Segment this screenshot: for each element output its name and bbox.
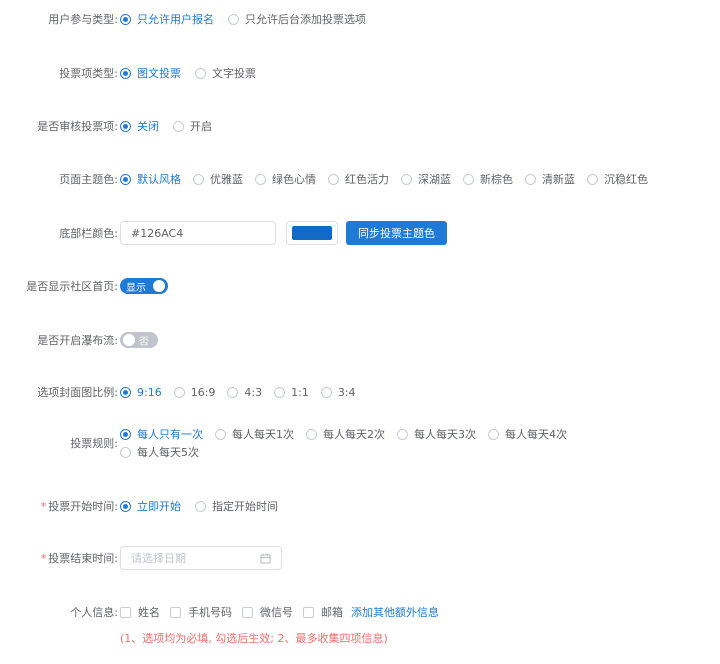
vote-rule-radio-group: 每人只有一次 每人每天1次 每人每天2次 每人每天3次 每人每天4次 每人每天5… <box>120 426 567 460</box>
review-option-on[interactable]: 开启 <box>173 118 212 134</box>
footer-color-label: 底部栏颜色: <box>59 227 118 240</box>
personal-info-row: 个人信息: 姓名 手机号码 微信号 邮箱 添加其他额外信息 <box>0 601 439 623</box>
theme-option-red[interactable]: 红色活力 <box>328 171 389 187</box>
cover-ratio-row: 选项封面图比例: 9:16 16:9 4:3 1:1 3:4 <box>0 381 356 403</box>
start-time-label: * 投票开始时间: <box>40 500 118 513</box>
add-extra-info-link[interactable]: 添加其他额外信息 <box>351 604 439 620</box>
personal-info-note: (1、选项均为必填, 勾选后生效; 2、最多收集四项信息) <box>120 632 388 645</box>
personal-info-label: 个人信息: <box>70 606 118 619</box>
vote-rule-row: 投票规则: 每人只有一次 每人每天1次 每人每天2次 每人每天3次 每人每天4次… <box>0 426 567 460</box>
vote-rule-label: 投票规则: <box>70 437 118 450</box>
start-time-option-now[interactable]: 立即开始 <box>120 498 181 514</box>
end-time-label: * 投票结束时间: <box>40 552 118 565</box>
user-type-option-admin[interactable]: 只允许后台添加投票选项 <box>228 11 366 27</box>
theme-label: 页面主题色: <box>59 173 118 186</box>
vote-rule-option-once[interactable]: 每人只有一次 <box>120 426 203 442</box>
theme-option-brown[interactable]: 新棕色 <box>463 171 513 187</box>
vote-rule-option-daily-4[interactable]: 每人每天4次 <box>488 426 567 442</box>
theme-option-elegant-blue[interactable]: 优雅蓝 <box>193 171 243 187</box>
review-label: 是否审核投票项: <box>37 120 118 133</box>
community-switch[interactable]: 显示 <box>120 278 168 294</box>
start-time-option-custom[interactable]: 指定开始时间 <box>195 498 278 514</box>
sync-theme-color-button[interactable]: 同步投票主题色 <box>346 221 447 245</box>
review-option-off[interactable]: 关闭 <box>120 118 159 134</box>
theme-radio-group: 默认风格 优雅蓝 绿色心情 红色活力 深湖蓝 新棕色 清新蓝 沉稳红色 <box>120 171 648 187</box>
user-type-radio-group: 只允许用户报名 只允许后台添加投票选项 <box>120 11 380 27</box>
footer-color-input[interactable]: #126AC4 <box>120 221 276 245</box>
item-type-option-text[interactable]: 文字投票 <box>195 65 256 81</box>
user-type-row: 用户参与类型: 只允许用户报名 只允许后台添加投票选项 <box>0 8 380 30</box>
community-row: 是否显示社区首页: 显示 <box>0 275 168 297</box>
theme-option-deep-blue[interactable]: 深湖蓝 <box>401 171 451 187</box>
vote-rule-option-daily-5[interactable]: 每人每天5次 <box>120 444 199 460</box>
cover-ratio-radio-group: 9:16 16:9 4:3 1:1 3:4 <box>120 386 356 399</box>
end-time-placeholder: 请选择日期 <box>131 552 186 565</box>
personal-info-option-phone[interactable]: 手机号码 <box>170 604 232 620</box>
switch-knob <box>153 280 165 292</box>
item-type-row: 投票项类型: 图文投票 文字投票 <box>0 62 270 84</box>
theme-row: 页面主题色: 默认风格 优雅蓝 绿色心情 红色活力 深湖蓝 新棕色 清新蓝 沉稳… <box>0 168 648 190</box>
cover-ratio-option-16-9[interactable]: 16:9 <box>173 386 215 399</box>
item-type-label: 投票项类型: <box>59 67 118 80</box>
cover-ratio-option-3-4[interactable]: 3:4 <box>320 386 356 399</box>
switch-knob <box>123 334 135 346</box>
calendar-icon <box>260 553 271 564</box>
personal-info-option-email[interactable]: 邮箱 <box>303 604 343 620</box>
cover-ratio-option-1-1[interactable]: 1:1 <box>274 386 309 399</box>
footer-color-row: 底部栏颜色: #126AC4 同步投票主题色 <box>0 220 447 246</box>
vote-rule-option-daily-1[interactable]: 每人每天1次 <box>215 426 294 442</box>
start-time-row: * 投票开始时间: 立即开始 指定开始时间 <box>0 495 292 517</box>
community-switch-text: 显示 <box>126 282 146 294</box>
theme-option-steady-red[interactable]: 沉稳红色 <box>587 171 648 187</box>
theme-option-default[interactable]: 默认风格 <box>120 171 181 187</box>
item-type-radio-group: 图文投票 文字投票 <box>120 65 270 81</box>
footer-color-swatch <box>292 226 332 240</box>
vote-rule-option-daily-2[interactable]: 每人每天2次 <box>306 426 385 442</box>
community-label: 是否显示社区首页: <box>26 280 118 293</box>
required-mark: * <box>40 500 47 513</box>
review-row: 是否审核投票项: 关闭 开启 <box>0 115 226 137</box>
end-time-row: * 投票结束时间: 请选择日期 <box>0 545 282 571</box>
footer-color-picker[interactable] <box>286 221 338 245</box>
personal-info-option-wechat[interactable]: 微信号 <box>242 604 293 620</box>
user-type-label: 用户参与类型: <box>48 13 118 26</box>
item-type-option-image-text[interactable]: 图文投票 <box>120 65 181 81</box>
start-time-radio-group: 立即开始 指定开始时间 <box>120 498 292 514</box>
waterfall-switch[interactable]: 否 <box>120 332 158 348</box>
end-time-date-picker[interactable]: 请选择日期 <box>120 546 282 570</box>
user-type-option-signup[interactable]: 只允许用户报名 <box>120 11 214 27</box>
cover-ratio-option-9-16[interactable]: 9:16 <box>120 386 162 399</box>
theme-option-green[interactable]: 绿色心情 <box>255 171 316 187</box>
waterfall-switch-text: 否 <box>139 336 149 348</box>
personal-info-option-name[interactable]: 姓名 <box>120 604 160 620</box>
vote-rule-option-daily-3[interactable]: 每人每天3次 <box>397 426 476 442</box>
waterfall-label: 是否开启瀑布流: <box>37 334 118 347</box>
waterfall-row: 是否开启瀑布流: 否 <box>0 329 158 351</box>
review-radio-group: 关闭 开启 <box>120 118 226 134</box>
theme-option-fresh-blue[interactable]: 清新蓝 <box>525 171 575 187</box>
required-mark: * <box>40 552 47 565</box>
cover-ratio-option-4-3[interactable]: 4:3 <box>227 386 262 399</box>
cover-ratio-label: 选项封面图比例: <box>37 386 118 399</box>
